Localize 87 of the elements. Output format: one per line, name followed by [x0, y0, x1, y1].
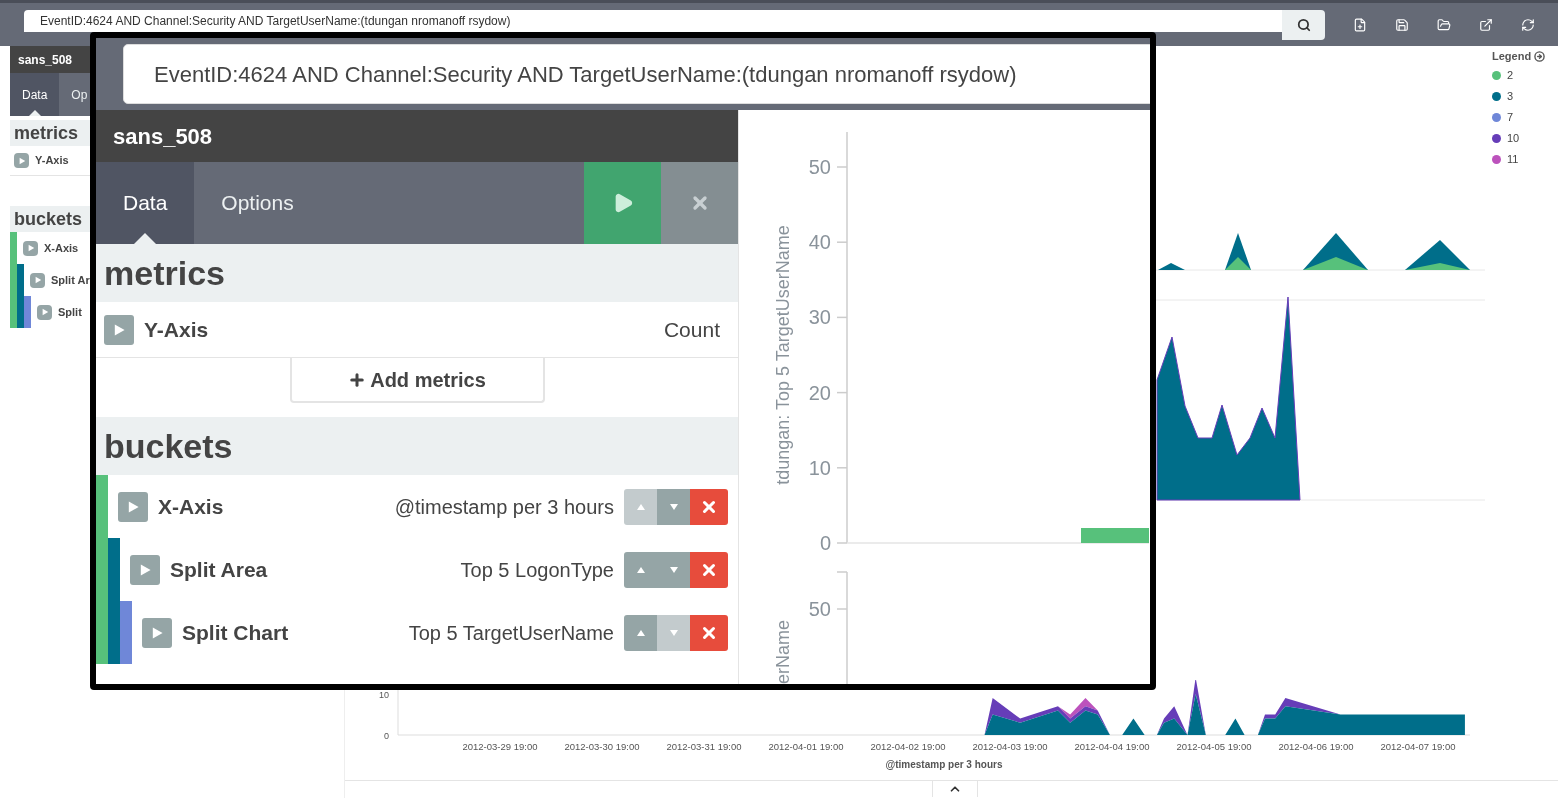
section-heading: metrics [96, 244, 738, 302]
x-tick-label: 2012-04-04 19:00 [1074, 741, 1150, 752]
legend-label[interactable]: 2 [1507, 66, 1514, 84]
collapse-icon[interactable] [1534, 50, 1546, 62]
expand-button[interactable] [23, 240, 38, 256]
y-tick-label: 0 [384, 731, 389, 741]
remove-button[interactable] [690, 488, 728, 525]
apply-button[interactable] [584, 162, 661, 244]
caret-down-icon [668, 564, 679, 575]
search-field[interactable]: EventID:4624 AND Channel:Security AND TargetUserName:(tdungan nromanoff rsydow) [123, 44, 1150, 104]
x-tick-label: 2012-04-01 19:00 [768, 741, 844, 752]
index-header: sans_508 [96, 110, 738, 162]
metric-label: Y-Axis [35, 153, 69, 169]
expand-button[interactable] [37, 304, 52, 320]
remove-button[interactable] [690, 551, 728, 588]
external-link-icon [1479, 18, 1493, 32]
area-shape [1081, 528, 1149, 543]
plus-icon [348, 370, 367, 389]
caret-right-icon [33, 276, 42, 284]
folder-icon [1437, 18, 1451, 32]
x-tick-label: 2012-04-02 19:00 [870, 741, 946, 752]
search-icon [1296, 18, 1311, 32]
y-tick-label: 40 [808, 231, 831, 254]
bucket-label: Split Area [170, 556, 268, 583]
save-icon [1395, 18, 1409, 32]
bucket-label: X-Axis [44, 240, 79, 256]
y-tick-label: 50 [808, 156, 831, 178]
caret-down-icon [668, 627, 679, 638]
y-tick-label: 10 [379, 690, 389, 700]
x-tick-label: 2012-04-06 19:00 [1278, 741, 1354, 752]
expand-up-button[interactable] [932, 781, 978, 797]
legend-title: Legend [1492, 49, 1532, 64]
legend-label[interactable]: 11 [1507, 150, 1519, 168]
search-button[interactable] [1282, 10, 1325, 40]
caret-right-icon [17, 156, 26, 165]
caret-right-icon [126, 499, 140, 514]
expand-button[interactable] [118, 491, 148, 522]
tab[interactable]: Op [59, 73, 89, 116]
x-tick-label: 2012-03-29 19:00 [462, 741, 538, 752]
expand-button[interactable] [130, 554, 160, 585]
y-tick-label: 0 [819, 532, 831, 554]
section-heading: buckets [96, 417, 738, 475]
x-axis-title: @timestamp per 3 hours [885, 759, 1003, 770]
metric-value: Count [663, 316, 720, 343]
move-down-button[interactable] [657, 551, 690, 588]
x-tick-label: 2012-04-07 19:00 [1380, 741, 1456, 752]
bucket-value: @timestamp per 3 hours [394, 494, 614, 520]
x-tick-label: 2012-03-30 19:00 [564, 741, 640, 752]
bucket-label: Split [58, 304, 82, 320]
move-down-button[interactable] [657, 488, 690, 525]
y-tick-label: 20 [808, 381, 831, 404]
tab[interactable]: Data [10, 73, 60, 116]
caret-right-icon [40, 308, 49, 316]
caret-right-icon [138, 562, 152, 577]
move-up-button[interactable] [624, 551, 657, 588]
legend-label[interactable]: 3 [1507, 87, 1514, 105]
y-tick-label: 30 [808, 306, 831, 329]
legend-label[interactable]: 10 [1507, 129, 1520, 147]
x-tick-label: 2012-04-05 19:00 [1176, 741, 1252, 752]
expand-button[interactable] [14, 153, 29, 168]
move-up-button[interactable] [624, 614, 657, 651]
bucket-label: Split Ar [51, 272, 90, 288]
add-metrics-button[interactable]: Add metrics [289, 358, 545, 403]
x-tick-label: 2012-03-31 19:00 [666, 741, 742, 752]
y-axis-title: tdungan: Top 5 TargetUserName [773, 225, 793, 485]
bucket-value: Top 5 TargetUserName [408, 620, 614, 646]
search-field[interactable]: EventID:4624 AND Channel:Security AND TargetUserName:(tdungan nromanoff rsydow) [24, 10, 1282, 32]
bucket-value: Top 5 LogonType [460, 557, 614, 583]
tab[interactable]: Data [96, 162, 195, 244]
x-tick-label: 2012-04-03 19:00 [972, 741, 1048, 752]
metric-label: Y-Axis [144, 316, 209, 343]
bucket-label: Split Chart [182, 619, 289, 646]
new-file-icon [1353, 18, 1367, 32]
caret-right-icon [150, 625, 164, 640]
caret-right-icon [26, 244, 35, 252]
legend-label[interactable]: 7 [1507, 108, 1514, 126]
expand-button[interactable] [142, 617, 172, 648]
expand-button[interactable] [30, 272, 45, 288]
bucket-label: X-Axis [158, 493, 224, 520]
expand-button[interactable] [104, 314, 134, 345]
y-tick-label: 50 [808, 598, 831, 620]
remove-button[interactable] [690, 614, 728, 651]
refresh-icon [1521, 18, 1535, 32]
caret-down-icon [668, 501, 679, 512]
y-axis-title: erName [773, 619, 793, 684]
caret-right-icon [112, 322, 126, 337]
y-tick-label: 10 [808, 456, 831, 479]
